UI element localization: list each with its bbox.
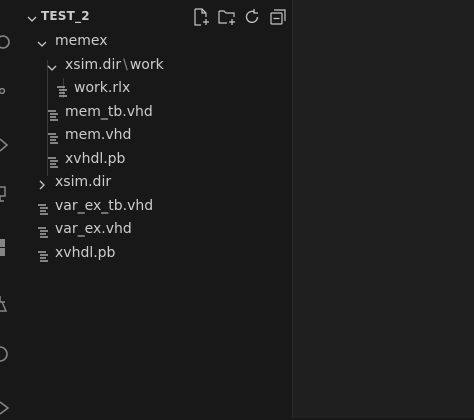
refresh-icon[interactable] xyxy=(242,7,262,27)
activity-bar xyxy=(0,0,20,418)
tree-item-mem-tb-vhd[interactable]: mem_tb.vhd xyxy=(20,101,292,125)
tree-item-xsim-dir-work[interactable]: xsim.dir \ work xyxy=(20,54,292,78)
remote-explorer-icon[interactable] xyxy=(0,183,18,205)
file-lines-icon xyxy=(37,247,49,271)
run-debug-icon[interactable] xyxy=(0,134,18,156)
tree-item-label: xvhdl.pb xyxy=(55,244,116,261)
new-file-icon[interactable] xyxy=(191,7,211,27)
tree-item-mem-vhd[interactable]: mem.vhd xyxy=(20,124,292,148)
tree-item-label: mem_tb.vhd xyxy=(65,103,153,120)
tree-item-xvhdl-pb-root[interactable]: xvhdl.pb xyxy=(20,242,292,266)
run-icon[interactable] xyxy=(0,398,18,420)
editor-area[interactable] xyxy=(293,0,474,418)
testing-icon[interactable] xyxy=(0,293,18,315)
tree-item-xsim-dir[interactable]: xsim.dir xyxy=(20,171,292,195)
collapse-all-icon[interactable] xyxy=(268,7,288,27)
tree-item-var-ex-vhd[interactable]: var_ex.vhd xyxy=(20,218,292,242)
tree-item-label: var_ex.vhd xyxy=(55,221,132,237)
tree-item-label: xsim.dir \ work xyxy=(65,56,164,73)
tree-item-xvhdl-pb[interactable]: xvhdl.pb xyxy=(20,148,292,172)
tree-item-label: xsim.dir xyxy=(55,174,112,190)
source-control-icon[interactable] xyxy=(0,80,18,102)
tree-item-label: memex xyxy=(55,33,108,49)
tree-item-memex[interactable]: memex xyxy=(20,30,292,54)
explorer-section-header[interactable]: TEST_2 xyxy=(20,4,292,30)
tree-item-work-rlx[interactable]: work.rlx xyxy=(20,77,292,101)
extensions-icon[interactable] xyxy=(0,236,18,258)
tree-item-label: xvhdl.pb xyxy=(65,150,126,167)
tree-item-label: work.rlx xyxy=(74,80,131,96)
tree-item-var-ex-tb-vhd[interactable]: var_ex_tb.vhd xyxy=(20,195,292,219)
chevron-down-icon[interactable] xyxy=(26,10,38,29)
new-folder-icon[interactable] xyxy=(217,7,237,27)
explorer-panel: TEST_2 memex xsim.dir \ work work.rlx me… xyxy=(20,0,293,418)
tree-item-label: mem.vhd xyxy=(65,127,132,143)
tree-item-label: var_ex_tb.vhd xyxy=(55,197,154,214)
file-tree: memex xsim.dir \ work work.rlx mem_tb.vhd xyxy=(20,30,292,265)
search-icon[interactable] xyxy=(0,31,18,53)
timeline-icon[interactable] xyxy=(0,343,18,365)
explorer-folder-title: TEST_2 xyxy=(41,9,90,23)
